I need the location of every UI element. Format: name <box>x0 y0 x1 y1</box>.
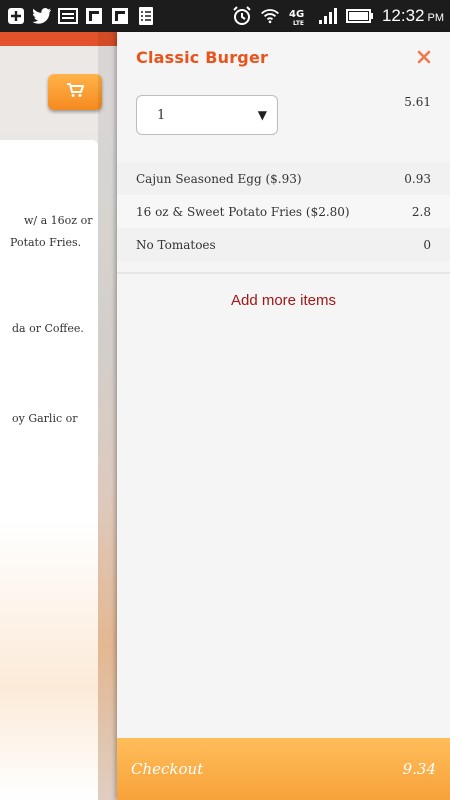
background-text: w/ a 16oz or Potato Fries. <box>10 214 93 249</box>
option-list: Cajun Seasoned Egg ($.93) 0.93 16 oz & S… <box>117 162 450 261</box>
signal-icon <box>318 6 338 26</box>
flipboard-icon <box>110 6 130 26</box>
background-menu-card: w/ a 16oz or Potato Fries. da or Coffee.… <box>0 140 98 800</box>
close-icon <box>417 50 431 69</box>
dropdown-caret-icon: ▼ <box>257 108 267 122</box>
svg-text:4G: 4G <box>289 9 304 20</box>
quantity-value: 1 <box>157 107 166 123</box>
status-time: 12:32 PM <box>381 6 444 25</box>
background-food-image <box>0 520 98 800</box>
cart-icon <box>66 82 85 103</box>
divider <box>117 272 450 274</box>
item-price: 5.61 <box>404 95 431 109</box>
background-text: oy Garlic or <box>12 412 78 425</box>
cart-button[interactable] <box>48 74 102 110</box>
option-row: 16 oz & Sweet Potato Fries ($2.80) 2.8 <box>117 195 450 228</box>
quantity-select[interactable]: 1 ▼ <box>136 95 278 135</box>
cart-item-panel: Classic Burger 1 ▼ 5.61 Cajun Seasoned E… <box>117 32 450 800</box>
flipboard-icon <box>84 6 104 26</box>
option-label: 16 oz & Sweet Potato Fries ($2.80) <box>136 204 350 219</box>
alarm-icon <box>232 6 252 26</box>
option-row: No Tomatoes 0 <box>117 228 450 261</box>
option-label: Cajun Seasoned Egg ($.93) <box>136 171 302 186</box>
checkout-total: 9.34 <box>402 760 436 778</box>
checkout-label: Checkout <box>131 760 204 778</box>
item-title: Classic Burger <box>136 48 269 67</box>
drawer-shadow <box>98 32 118 800</box>
option-price: 0.93 <box>404 171 431 186</box>
photo-icon <box>58 6 78 26</box>
checkout-button[interactable]: Checkout 9.34 <box>117 738 450 800</box>
background-page: w/ a 16oz or Potato Fries. da or Coffee.… <box>0 32 118 800</box>
background-text: da or Coffee. <box>12 322 84 335</box>
option-label: No Tomatoes <box>136 237 216 252</box>
status-bar: 4G LTE 12:32 PM <box>0 0 450 32</box>
battery-icon <box>345 6 374 26</box>
option-price: 2.8 <box>411 204 431 219</box>
twitter-icon <box>32 6 52 26</box>
4g-lte-icon: 4G LTE <box>288 6 310 26</box>
add-more-items-link[interactable]: Add more items <box>117 292 450 309</box>
option-price: 0 <box>423 237 431 252</box>
svg-text:LTE: LTE <box>293 20 304 26</box>
close-button[interactable] <box>414 49 434 69</box>
option-row: Cajun Seasoned Egg ($.93) 0.93 <box>117 162 450 195</box>
checklist-icon <box>136 6 156 26</box>
app-plus-icon <box>6 6 26 26</box>
wifi-icon <box>260 6 280 26</box>
